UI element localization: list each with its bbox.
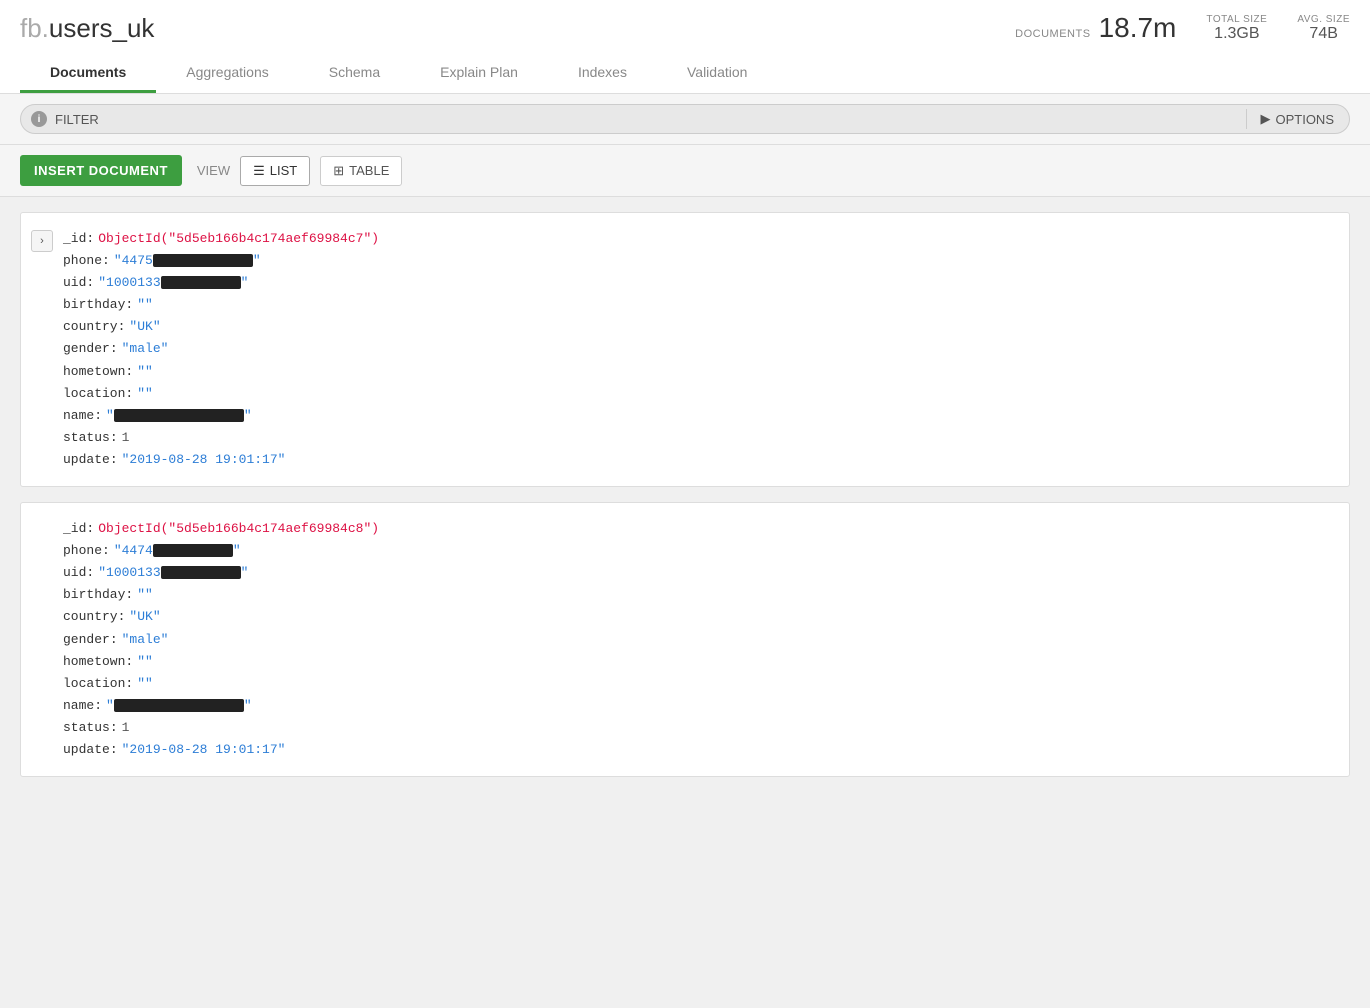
field-birthday: birthday: "" — [63, 294, 1334, 316]
field-hometown: hometown: "" — [63, 361, 1334, 383]
field-gender: gender: "male" — [63, 629, 1334, 651]
content-area: › _id: ObjectId("5d5eb166b4c174aef69984c… — [0, 197, 1370, 897]
action-bar: INSERT DOCUMENT VIEW ☰ LIST ⊞ TABLE — [0, 145, 1370, 197]
field-uid: uid: "1000133 " — [63, 272, 1334, 294]
field-location: location: "" — [63, 383, 1334, 405]
field-update: update: "2019-08-28 19:01:17" — [63, 449, 1334, 471]
title-name: users_uk — [49, 13, 155, 43]
stats-area: DOCUMENTS 18.7m TOTAL SIZE 1.3GB AVG. SI… — [1015, 12, 1350, 44]
filter-info-icon: i — [31, 111, 47, 127]
tab-explain-plan[interactable]: Explain Plan — [410, 54, 548, 93]
options-button[interactable]: ▶ OPTIONS — [1255, 111, 1339, 127]
docs-value: 18.7m — [1099, 12, 1177, 44]
field-location: location: "" — [63, 673, 1334, 695]
tab-aggregations[interactable]: Aggregations — [156, 54, 299, 93]
list-icon: ☰ — [253, 163, 265, 179]
table-view-button[interactable]: ⊞ TABLE — [320, 156, 402, 186]
field-phone: phone: "4474 " — [63, 540, 1334, 562]
filter-toolbar: i FILTER ▶ OPTIONS — [0, 94, 1370, 145]
field-id: _id: ObjectId("5d5eb166b4c174aef69984c7"… — [63, 228, 1334, 250]
field-uid: uid: "1000133 " — [63, 562, 1334, 584]
field-country: country: "UK" — [63, 606, 1334, 628]
options-arrow-icon: ▶ — [1260, 111, 1270, 127]
document-card: › _id: ObjectId("5d5eb166b4c174aef69984c… — [20, 212, 1350, 487]
options-label: OPTIONS — [1275, 112, 1334, 127]
filter-input[interactable] — [107, 112, 1239, 127]
total-size-value: 1.3GB — [1214, 25, 1259, 42]
field-name: name: " " — [63, 405, 1334, 427]
field-country: country: "UK" — [63, 316, 1334, 338]
doc-fields: _id: ObjectId("5d5eb166b4c174aef69984c8"… — [31, 518, 1334, 761]
field-update: update: "2019-08-28 19:01:17" — [63, 739, 1334, 761]
total-size-label: TOTAL SIZE — [1206, 14, 1267, 25]
expand-icon: › — [40, 235, 44, 247]
total-size-stat: TOTAL SIZE 1.3GB — [1206, 14, 1267, 43]
field-id: _id: ObjectId("5d5eb166b4c174aef69984c8"… — [63, 518, 1334, 540]
tabs: Documents Aggregations Schema Explain Pl… — [20, 54, 1350, 93]
list-view-button[interactable]: ☰ LIST — [240, 156, 310, 186]
tab-schema[interactable]: Schema — [299, 54, 410, 93]
field-gender: gender: "male" — [63, 338, 1334, 360]
field-hometown: hometown: "" — [63, 651, 1334, 673]
avg-size-value: 74B — [1309, 25, 1337, 42]
field-status: status: 1 — [63, 717, 1334, 739]
table-icon: ⊞ — [333, 163, 344, 179]
field-name: name: " " — [63, 695, 1334, 717]
collection-title: fb.users_uk — [20, 13, 154, 44]
tab-indexes[interactable]: Indexes — [548, 54, 657, 93]
field-status: status: 1 — [63, 427, 1334, 449]
docs-label: DOCUMENTS — [1015, 28, 1090, 40]
docs-stat: DOCUMENTS 18.7m — [1015, 12, 1176, 44]
field-phone: phone: "4475 " — [63, 250, 1334, 272]
filter-separator — [1246, 109, 1247, 129]
header: fb.users_uk DOCUMENTS 18.7m TOTAL SIZE 1… — [0, 0, 1370, 94]
doc-inner: › _id: ObjectId("5d5eb166b4c174aef69984c… — [31, 228, 1334, 471]
header-top: fb.users_uk DOCUMENTS 18.7m TOTAL SIZE 1… — [20, 12, 1350, 54]
insert-document-button[interactable]: INSERT DOCUMENT — [20, 155, 182, 186]
filter-bar: i FILTER ▶ OPTIONS — [20, 104, 1350, 134]
avg-size-label: AVG. SIZE — [1297, 14, 1350, 25]
document-card: _id: ObjectId("5d5eb166b4c174aef69984c8"… — [20, 502, 1350, 777]
expand-button[interactable]: › — [31, 230, 53, 252]
filter-label: FILTER — [55, 112, 99, 127]
avg-size-stat: AVG. SIZE 74B — [1297, 14, 1350, 43]
list-label: LIST — [270, 163, 297, 178]
title-prefix: fb. — [20, 13, 49, 43]
field-birthday: birthday: "" — [63, 584, 1334, 606]
table-label: TABLE — [349, 163, 389, 178]
doc-fields: _id: ObjectId("5d5eb166b4c174aef69984c7"… — [63, 228, 1334, 471]
tab-documents[interactable]: Documents — [20, 54, 156, 93]
tab-validation[interactable]: Validation — [657, 54, 777, 93]
view-label: VIEW — [197, 163, 230, 178]
doc-inner: _id: ObjectId("5d5eb166b4c174aef69984c8"… — [31, 518, 1334, 761]
